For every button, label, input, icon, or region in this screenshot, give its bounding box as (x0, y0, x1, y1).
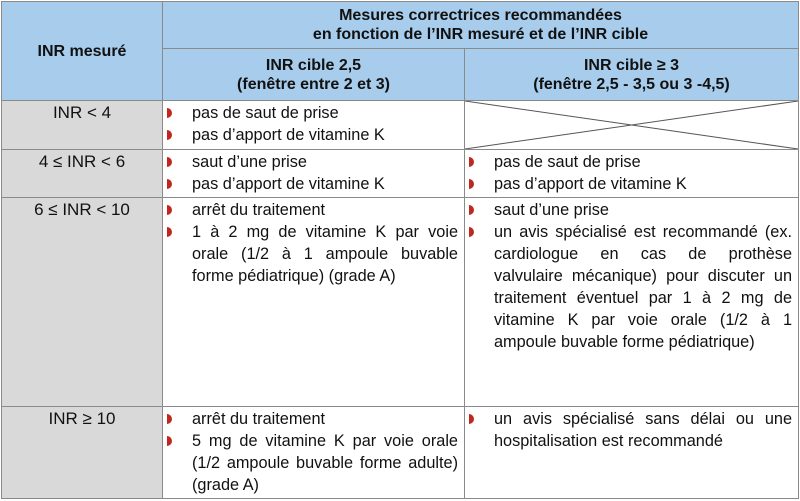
bullet-icon (469, 414, 474, 424)
list-item-text: pas d’apport de vitamine K (192, 126, 385, 144)
cell-target-a: arrêt du traitement 1 à 2 mg de vitamine… (162, 197, 465, 407)
cell-target-a: saut d’une prise pas d’apport de vitamin… (162, 149, 465, 198)
bullet-icon (469, 205, 474, 215)
bullet-icon (167, 108, 172, 118)
header-target-a-line2: (fenêtre entre 2 et 3) (237, 75, 390, 93)
bullet-icon (167, 414, 172, 424)
inr-measures-table: INR mesuré Mesures correctrices recomman… (1, 1, 800, 499)
cell-target-a: arrêt du traitement 5 mg de vitamine K p… (162, 406, 465, 499)
cell-target-b: pas de saut de prise pas d’apport de vit… (463, 149, 800, 198)
bullet-icon (167, 436, 172, 446)
header-target-a-line1: INR cible 2,5 (265, 56, 362, 74)
list-item-text: arrêt du traitement (192, 201, 326, 219)
list-item: pas d’apport de vitamine K (167, 124, 458, 146)
header-group-line1: Mesures correctrices recommandées (339, 7, 622, 24)
measure-list: saut d’une prise pas d’apport de vitamin… (163, 150, 464, 195)
list-item: arrêt du traitement (167, 199, 458, 221)
header-group: Mesures correctrices recommandées en fon… (161, 1, 800, 49)
header-target-a: INR cible 2,5 (fenêtre entre 2 et 3) (162, 48, 465, 101)
list-item-text: pas d’apport de vitamine K (494, 175, 687, 193)
cross-out-icon (465, 101, 798, 149)
row-label: INR ≥ 10 (1, 406, 163, 499)
cell-target-b: un avis spécialisé sans délai ou une hos… (463, 406, 800, 499)
list-item-text: un avis spécialisé sans délai ou une hos… (494, 410, 793, 450)
measure-list: arrêt du traitement 5 mg de vitamine K p… (163, 407, 464, 496)
list-item: saut d’une prise (167, 151, 458, 173)
list-item: saut d’une prise (469, 199, 792, 221)
row-label-text: 6 ≤ INR < 10 (34, 200, 130, 219)
list-item: arrêt du traitement (167, 408, 458, 430)
list-item-text: saut d’une prise (192, 153, 307, 171)
bullet-icon (167, 227, 172, 237)
row-label-text: INR ≥ 10 (48, 409, 116, 428)
bullet-icon (167, 179, 172, 189)
list-item-text: pas de saut de prise (192, 104, 339, 122)
cell-target-b: saut d’une prise un avis spécialisé est … (463, 197, 800, 407)
cell-target-b-not-applicable (463, 100, 800, 150)
list-item: un avis spécialisé sans délai ou une hos… (469, 408, 792, 452)
list-item: 1 à 2 mg de vitamine K par voie orale (1… (167, 221, 458, 287)
list-item: pas de saut de prise (469, 151, 792, 173)
list-item-text: 1 à 2 mg de vitamine K par voie orale (1… (192, 223, 458, 285)
measure-list: saut d’une prise un avis spécialisé est … (465, 198, 798, 353)
measure-list: un avis spécialisé sans délai ou une hos… (465, 407, 798, 452)
list-item-text: un avis spécialisé est recommandé (ex. c… (494, 223, 793, 351)
row-label-text: INR < 4 (52, 103, 112, 122)
row-label: 6 ≤ INR < 10 (1, 197, 163, 407)
measure-list: pas de saut de prise pas d’apport de vit… (465, 150, 798, 195)
list-item-text: 5 mg de vitamine K par voie orale (1/2 a… (192, 432, 458, 494)
list-item: 5 mg de vitamine K par voie orale (1/2 a… (167, 430, 458, 496)
bullet-icon (469, 157, 474, 167)
list-item-text: saut d’une prise (494, 201, 609, 219)
bullet-icon (469, 227, 474, 237)
bullet-icon (167, 130, 172, 140)
list-item: pas de saut de prise (167, 102, 458, 124)
row-label-text: 4 ≤ INR < 6 (38, 152, 126, 171)
cell-target-a: pas de saut de prise pas d’apport de vit… (162, 100, 465, 150)
list-item: pas d’apport de vitamine K (167, 173, 458, 195)
header-target-b: INR cible ≥ 3 (fenêtre 2,5 - 3,5 ou 3 -4… (463, 48, 800, 101)
bullet-icon (469, 179, 474, 189)
list-item: un avis spécialisé est recommandé (ex. c… (469, 221, 792, 353)
measure-list: pas de saut de prise pas d’apport de vit… (163, 101, 464, 146)
header-group-line2: en fonction de l’INR mesuré et de l’INR … (312, 26, 649, 43)
list-item-text: pas d’apport de vitamine K (192, 175, 385, 193)
list-item-text: arrêt du traitement (192, 410, 326, 428)
header-target-b-line2: (fenêtre 2,5 - 3,5 ou 3 -4,5) (533, 75, 730, 93)
bullet-icon (167, 157, 172, 167)
header-inr-mesure: INR mesuré (1, 1, 163, 101)
row-label: INR < 4 (1, 100, 163, 150)
list-item-text: pas de saut de prise (494, 153, 641, 171)
measure-list: arrêt du traitement 1 à 2 mg de vitamine… (163, 198, 464, 287)
row-label: 4 ≤ INR < 6 (1, 149, 163, 198)
list-item: pas d’apport de vitamine K (469, 173, 792, 195)
header-target-b-line1: INR cible ≥ 3 (583, 56, 680, 74)
header-inr-mesure-label: INR mesuré (37, 42, 127, 60)
bullet-icon (167, 205, 172, 215)
